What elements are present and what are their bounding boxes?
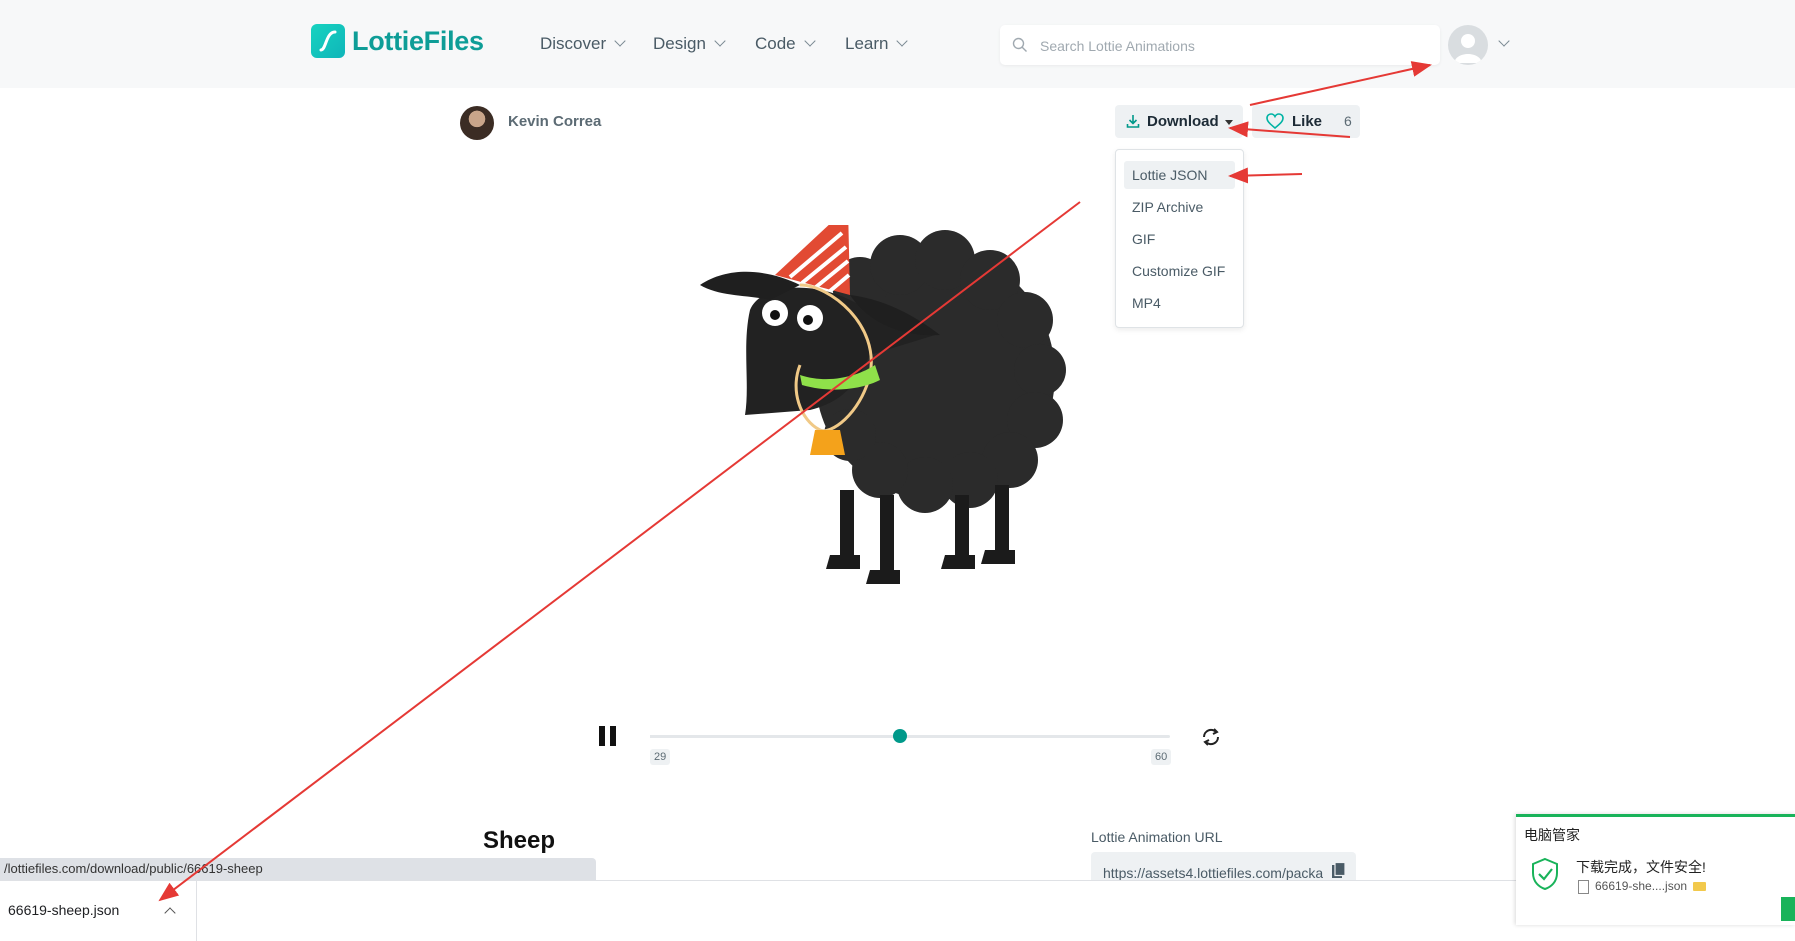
search-input[interactable] [1038, 25, 1432, 67]
author-avatar[interactable] [460, 106, 494, 140]
folder-icon[interactable] [1693, 882, 1707, 892]
chevron-down-icon [803, 35, 816, 47]
caret-down-icon [1225, 120, 1233, 125]
chevron-down-icon[interactable] [1498, 35, 1510, 47]
status-bar-url: /lottiefiles.com/download/public/66619-s… [0, 858, 596, 880]
search-box[interactable] [1000, 25, 1440, 67]
nav-design[interactable]: Design [653, 33, 726, 55]
heart-icon [1266, 113, 1284, 129]
chevron-down-icon [614, 35, 626, 47]
security-toast: 电脑管家 下载完成，文件安全! 66619-she....json [1516, 814, 1795, 925]
menu-item-gif[interactable]: GIF [1124, 225, 1235, 253]
chevron-down-icon [896, 35, 909, 47]
download-icon [1126, 115, 1140, 128]
toast-file[interactable]: 66619-she....json [1578, 879, 1707, 894]
nav-label: Design [653, 34, 706, 53]
menu-item-lottie-json[interactable]: Lottie JSON [1124, 161, 1235, 189]
like-button[interactable]: Like 6 [1252, 105, 1360, 138]
menu-item-mp4[interactable]: MP4 [1124, 289, 1235, 317]
current-frame: 29 [650, 749, 671, 765]
author-name[interactable]: Kevin Correa [508, 113, 601, 130]
nav-label: Learn [845, 34, 889, 53]
nav-label: Discover [540, 34, 607, 53]
user-avatar[interactable] [1448, 25, 1488, 65]
url-label: Lottie Animation URL [1091, 829, 1223, 845]
toast-app-name: 电脑管家 [1524, 827, 1580, 843]
download-menu: Lottie JSON ZIP Archive GIF Customize GI… [1115, 149, 1244, 328]
sheep-animation [700, 225, 1066, 584]
toast-message: 下载完成，文件安全! [1576, 859, 1706, 875]
logo-text[interactable]: LottieFiles [352, 24, 484, 58]
search-icon [1012, 37, 1027, 52]
chevron-down-icon [714, 35, 726, 47]
menu-item-zip-archive[interactable]: ZIP Archive [1124, 193, 1235, 221]
download-item[interactable]: 66619-sheep.json [0, 881, 197, 941]
nav-label: Code [755, 34, 796, 53]
menu-item-customize-gif[interactable]: Customize GIF [1124, 257, 1235, 285]
download-file-name: 66619-sheep.json [8, 902, 120, 918]
chevron-up-icon[interactable] [164, 907, 176, 919]
loop-icon[interactable] [1200, 726, 1222, 748]
site-header: LottieFiles Discover Design Code Learn [0, 0, 1795, 88]
download-button[interactable]: Download [1115, 105, 1243, 138]
toast-file-name: 66619-she....json [1595, 879, 1688, 893]
download-label: Download [1147, 113, 1219, 130]
animation-title: Sheep [483, 827, 556, 854]
user-icon [1454, 34, 1482, 63]
scrubber-progress [650, 735, 900, 738]
nav-discover[interactable]: Discover [540, 33, 626, 55]
logo-icon[interactable] [311, 24, 345, 58]
pause-button[interactable] [598, 726, 618, 746]
playback-scrubber[interactable] [650, 729, 1170, 743]
copy-icon[interactable] [1331, 862, 1347, 880]
like-count: 6 [1344, 113, 1352, 129]
shield-check-icon [1532, 857, 1558, 891]
nav-learn[interactable]: Learn [845, 33, 909, 55]
total-frames: 60 [1151, 749, 1172, 765]
file-icon [1578, 879, 1589, 894]
scrubber-handle[interactable] [892, 729, 907, 743]
animation-url-value: https://assets4.lottiefiles.com/packages… [1103, 865, 1323, 881]
nav-code[interactable]: Code [755, 33, 816, 55]
like-label: Like [1292, 113, 1323, 130]
toast-accent-bar [1781, 897, 1795, 921]
